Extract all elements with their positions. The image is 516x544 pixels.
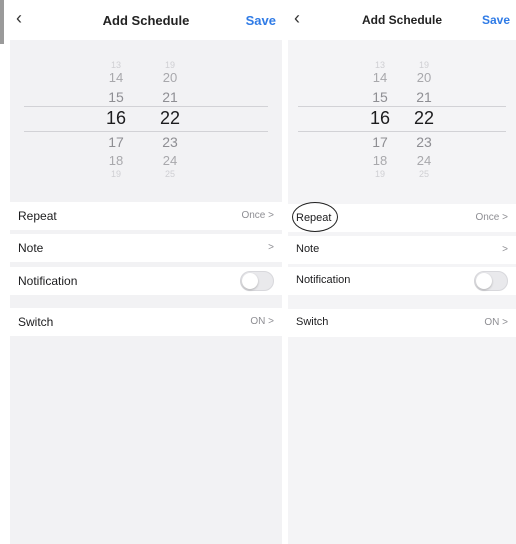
notification-toggle[interactable] xyxy=(240,271,274,291)
repeat-row[interactable]: Repeat Once > xyxy=(288,202,516,232)
repeat-label: Repeat xyxy=(18,209,57,223)
picker-hour: 13 xyxy=(374,60,385,70)
switch-label: Switch xyxy=(18,315,54,329)
picker-minute: 21 xyxy=(416,89,432,105)
nav-bar: ‹ Add Schedule Save xyxy=(288,0,516,40)
picker-hour: 17 xyxy=(372,134,388,150)
picker-hour: 19 xyxy=(374,169,385,179)
picker-hour: 14 xyxy=(108,70,124,85)
picker-minute: 24 xyxy=(162,153,178,168)
repeat-value: Once > xyxy=(475,212,508,223)
picker-hour: 13 xyxy=(110,60,121,70)
repeat-row[interactable]: Repeat Once > xyxy=(10,202,282,230)
chevron-right-icon: > xyxy=(502,244,508,255)
picker-hour: 14 xyxy=(372,70,388,85)
picker-minute: 25 xyxy=(418,169,429,179)
toggle-knob xyxy=(476,273,492,289)
picker-hour-selected: 16 xyxy=(105,108,127,128)
switch-row[interactable]: Switch ON > xyxy=(10,308,282,336)
picker-hour-selected: 16 xyxy=(369,108,391,128)
screen-left: ‹ Add Schedule Save 13 14 15 16 17 18 19… xyxy=(10,0,282,544)
picker-minute: 24 xyxy=(416,153,432,168)
toggle-knob xyxy=(242,273,258,289)
switch-label: Switch xyxy=(296,316,329,328)
repeat-label: Repeat xyxy=(296,212,332,224)
switch-value: ON > xyxy=(250,316,274,327)
picker-hour: 18 xyxy=(108,153,124,168)
note-label: Note xyxy=(296,243,320,255)
screen-right: ‹ Add Schedule Save 13 14 15 16 17 18 19… xyxy=(288,0,516,544)
picker-minute: 20 xyxy=(162,70,178,85)
time-picker[interactable]: 13 14 15 16 17 18 19 19 20 21 22 23 24 2… xyxy=(288,48,516,188)
left-edge-strip xyxy=(0,0,4,44)
notification-toggle[interactable] xyxy=(474,271,508,291)
page-title: Add Schedule xyxy=(102,13,190,28)
picker-minute: 20 xyxy=(416,70,432,85)
picker-hour: 18 xyxy=(372,153,388,168)
repeat-value: Once > xyxy=(241,210,274,221)
picker-divider-bottom xyxy=(24,131,268,132)
notification-row: Notification xyxy=(288,267,516,295)
notification-row: Notification xyxy=(10,267,282,295)
chevron-right-icon: > xyxy=(268,242,274,253)
chevron-right-icon: > xyxy=(502,212,508,223)
time-picker[interactable]: 13 14 15 16 17 18 19 19 20 21 22 23 24 2… xyxy=(10,48,282,188)
picker-minute-selected: 22 xyxy=(413,108,435,128)
notification-label: Notification xyxy=(296,274,351,286)
picker-minute: 23 xyxy=(162,134,178,150)
picker-minute: 23 xyxy=(416,134,432,150)
switch-row[interactable]: Switch ON > xyxy=(288,309,516,337)
picker-divider-top xyxy=(24,106,268,107)
picker-hour: 15 xyxy=(372,89,388,105)
note-label: Note xyxy=(18,241,44,255)
note-row[interactable]: Note > xyxy=(288,236,516,264)
picker-minute: 19 xyxy=(418,60,429,70)
picker-minute: 25 xyxy=(164,169,175,179)
picker-minute-selected: 22 xyxy=(159,108,181,128)
chevron-right-icon: > xyxy=(268,210,274,221)
picker-hour: 17 xyxy=(108,134,124,150)
picker-minute: 19 xyxy=(164,60,175,70)
chevron-right-icon: > xyxy=(268,316,274,327)
picker-hour: 19 xyxy=(110,169,121,179)
switch-value: ON > xyxy=(484,317,508,328)
picker-hour: 15 xyxy=(108,89,124,105)
nav-bar: ‹ Add Schedule Save xyxy=(10,0,282,40)
picker-minute: 21 xyxy=(162,89,178,105)
chevron-right-icon: > xyxy=(502,317,508,328)
picker-divider-top xyxy=(298,106,506,107)
save-button[interactable]: Save xyxy=(482,13,510,27)
note-row[interactable]: Note > xyxy=(10,234,282,262)
save-button[interactable]: Save xyxy=(246,13,276,28)
notification-label: Notification xyxy=(18,274,78,288)
picker-divider-bottom xyxy=(298,131,506,132)
